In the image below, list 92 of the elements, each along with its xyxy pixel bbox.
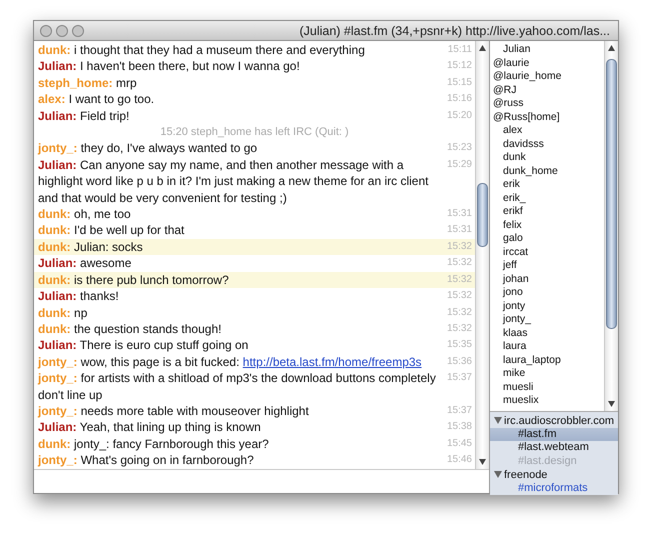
chat-message: dunk: I'd be well up for that (38, 222, 186, 239)
message-timestamp: 15:45 (446, 436, 472, 451)
user-list-item[interactable]: dunk (493, 151, 604, 164)
message-timestamp: 15:15 (446, 76, 472, 90)
user-list-item[interactable]: erik_ (493, 192, 604, 205)
user-list-item[interactable]: erikf (493, 205, 604, 218)
message-timestamp: 15:36 (446, 354, 472, 369)
user-list-item[interactable]: davidsss (493, 138, 604, 151)
user-list-item[interactable]: @laurie (493, 56, 604, 70)
user-list-item[interactable]: muesli (493, 380, 604, 394)
chat-message: Julian: thanks! (38, 288, 120, 304)
message-timestamp: 15:11 (446, 43, 472, 57)
message-timestamp: 15:12 (446, 59, 472, 74)
chat-message: Julian: There is euro cup stuff going on (38, 337, 250, 354)
message-timestamp: 15:32 (446, 306, 472, 320)
chat-scrollbar[interactable] (475, 41, 489, 469)
chat-message: steph_home: mrp (38, 74, 138, 92)
chat-message: dunk: oh, me too (38, 206, 132, 222)
user-list-item[interactable]: galo (493, 232, 604, 246)
scroll-down-arrow-icon[interactable] (479, 459, 486, 465)
chat-message: Julian: I haven't been there, but now I wanna go! (38, 58, 301, 75)
user-list-item[interactable]: Julian (493, 43, 604, 56)
window-control-icon[interactable] (56, 24, 68, 36)
event-message: 15:20 steph_home has left IRC (Quit: ) (159, 125, 350, 140)
window-control-icon[interactable] (72, 24, 84, 36)
message-timestamp: 15:31 (446, 207, 472, 222)
expanded-triangle-icon[interactable] (494, 471, 502, 478)
window-title: (Julian) #last.fm (34,+psnr+k) http://live.yahoo.com/las... (298, 24, 611, 38)
user-list-item[interactable]: dunk_home (493, 164, 604, 178)
user-list-item[interactable]: jono (493, 286, 604, 300)
user-list-item[interactable]: klaas (493, 326, 604, 340)
user-list-item[interactable]: jeff (493, 259, 604, 272)
channel-item[interactable]: #last.webteam (490, 441, 618, 454)
chat-message: jonty_: needs more table with mouseover highlight (38, 402, 310, 420)
chat-message: jonty_: What's going on in farnborough? (38, 452, 255, 469)
scroll-up-arrow-icon[interactable] (479, 45, 486, 51)
expanded-triangle-icon[interactable] (494, 417, 502, 424)
message-timestamp: 15:31 (446, 223, 472, 238)
chat-message: dunk: i thought that they had a museum there and everything (38, 42, 366, 58)
scroll-thumb[interactable] (477, 183, 488, 247)
message-timestamp: 15:23 (446, 141, 472, 156)
user-list-item[interactable]: mike (493, 367, 604, 380)
user-list-item[interactable]: johan (493, 272, 604, 286)
scroll-down-arrow-icon[interactable] (608, 401, 615, 407)
message-timestamp: 15:32 (446, 289, 472, 304)
user-list-item[interactable]: @laurie_home (493, 70, 604, 84)
chat-message: Julian: Field trip! (38, 108, 130, 124)
scroll-up-arrow-icon[interactable] (608, 45, 615, 51)
message-input-field[interactable] (34, 469, 489, 493)
user-list-item[interactable]: @RJ (493, 84, 604, 97)
channel-item[interactable]: #last.fm (490, 428, 618, 441)
message-link[interactable]: http://beta.last.fm/home/freemp3s (242, 354, 422, 369)
user-list-scrollbar[interactable] (604, 41, 618, 411)
message-timestamp: 15:20 (446, 108, 472, 123)
user-list-item[interactable]: laura (493, 340, 604, 354)
user-list-item[interactable]: mueslix (493, 394, 604, 408)
message-timestamp: 15:35 (446, 338, 472, 352)
scroll-thumb[interactable] (606, 59, 617, 329)
chat-message: dunk: is there pub lunch tomorrow? (38, 272, 230, 288)
chat-message: dunk: Julian: socks (38, 238, 144, 256)
message-timestamp: 15:32 (446, 272, 472, 287)
user-list-item[interactable]: jonty_ (493, 313, 604, 326)
channel-item[interactable]: #microformats (490, 482, 618, 495)
chat-message: jonty_: wow, this page is a bit fucked: http://beta.last.fm/home/freemp3s (38, 354, 423, 370)
message-timestamp: 15:37 (446, 371, 472, 386)
message-timestamp: 15:38 (446, 420, 472, 434)
user-list-item[interactable]: jonty (493, 300, 604, 313)
user-list-item[interactable]: @russ (493, 97, 604, 110)
chat-message: jonty_: they do, I've always wanted to go (38, 140, 258, 157)
message-timestamp: 15:16 (446, 92, 472, 106)
user-list-item[interactable]: @Russ[home] (493, 110, 604, 124)
user-list-item[interactable]: alex (493, 124, 604, 138)
server-name[interactable]: freenode (504, 468, 548, 481)
message-timestamp: 15:32 (446, 322, 472, 336)
window-control-icon[interactable] (40, 24, 52, 36)
message-timestamp: 15:32 (446, 256, 472, 270)
message-timestamp: 15:37 (446, 404, 472, 418)
chat-message: Julian: awesome (38, 255, 132, 272)
chat-message: Julian: Can anyone say my name, and then another message with a highlight word like p u b in it? I'm just making a new theme for an irc client and that would be very convenient for testing ;) (38, 156, 430, 206)
user-list-item[interactable]: erik (493, 178, 604, 192)
chat-message: dunk: np (38, 304, 88, 321)
message-timestamp: 15:29 (446, 158, 472, 172)
chat-message: Julian: Yeah, that lining up thing is known (38, 419, 262, 436)
user-list-item[interactable]: laura_laptop (493, 354, 604, 367)
chat-message: dunk: jonty_: fancy Farnborough this year? (38, 436, 270, 452)
message-timestamp: 15:46 (446, 453, 472, 468)
server-name[interactable]: irc.audioscrobbler.com (504, 414, 614, 427)
user-list-item[interactable]: felix (493, 218, 604, 232)
message-timestamp: 15:32 (446, 240, 472, 254)
user-list-item[interactable]: irccat (493, 246, 604, 259)
chat-message: dunk: the question stands though! (38, 320, 222, 338)
chat-message: alex: I want to go too. (38, 91, 156, 108)
